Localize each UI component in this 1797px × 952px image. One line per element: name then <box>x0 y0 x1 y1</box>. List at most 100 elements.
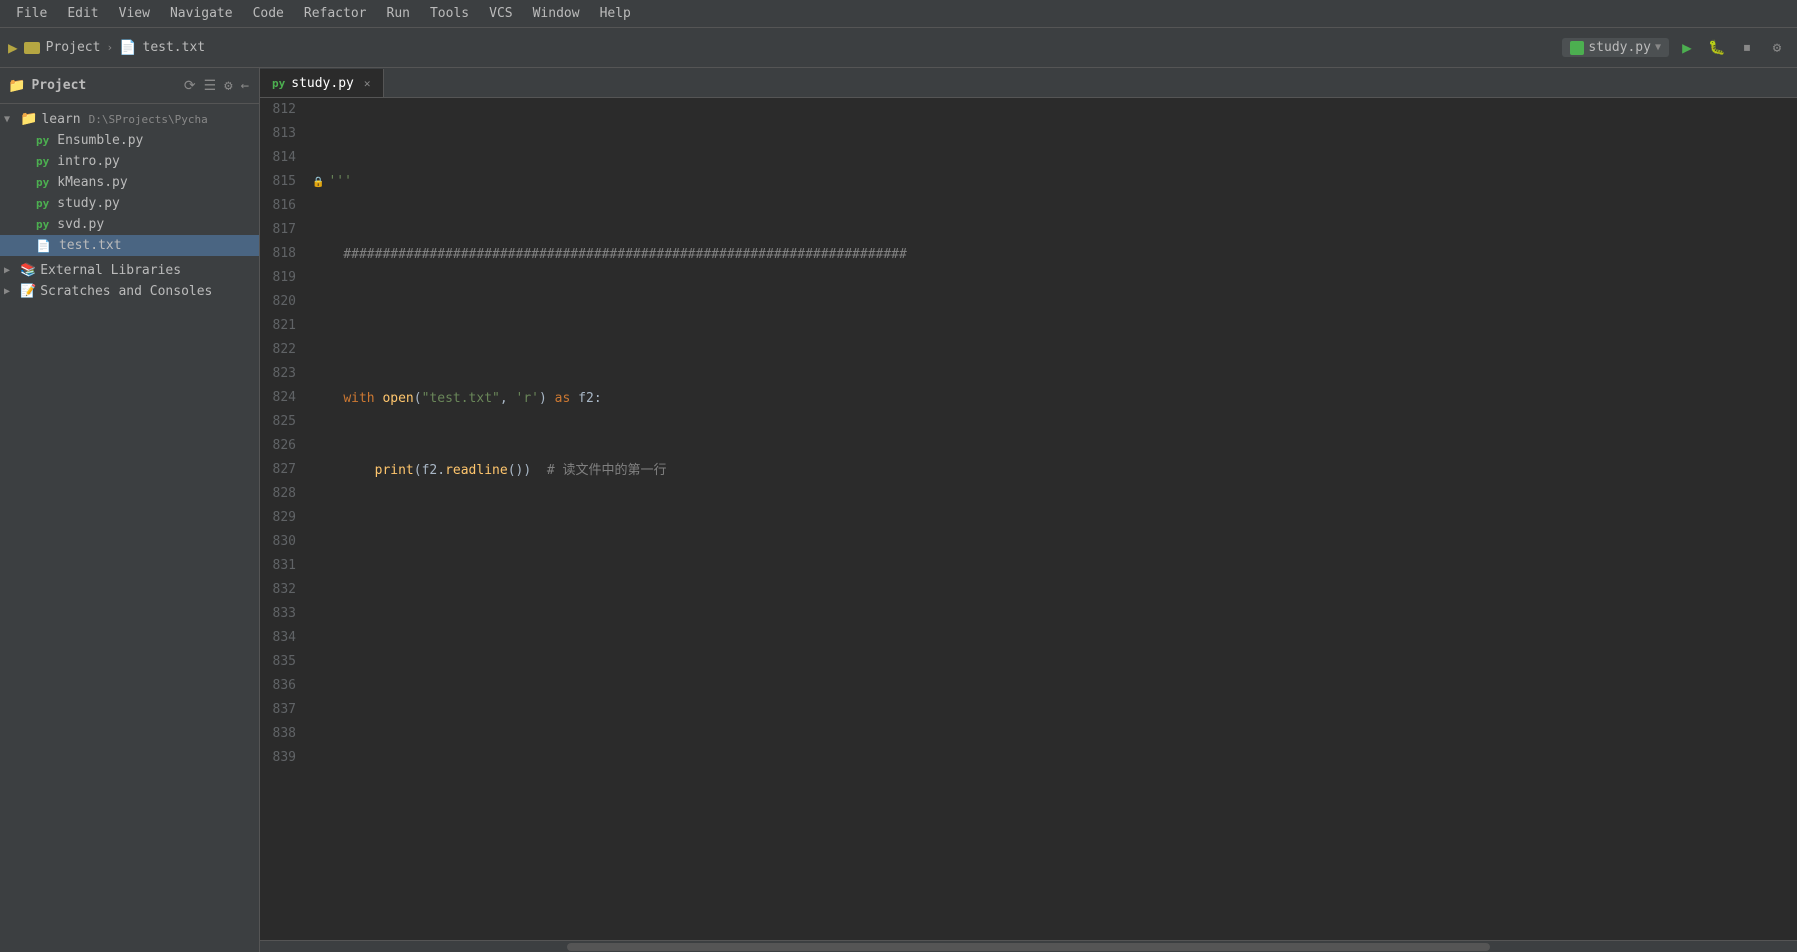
kw-as: as <box>555 391 571 406</box>
bottom-scrollbar[interactable] <box>260 940 1797 952</box>
ln-824: 824 <box>268 386 296 410</box>
code-813-content: ########################################… <box>312 247 907 262</box>
py-icon-intro: py <box>36 155 49 168</box>
menu-navigate[interactable]: Navigate <box>162 4 241 23</box>
menu-window[interactable]: Window <box>525 4 588 23</box>
tree-item-scratches[interactable]: ▶ 📝 Scratches and Consoles <box>0 281 259 302</box>
code-line-819 <box>312 675 1797 699</box>
ln-838: 838 <box>268 722 296 746</box>
code-line-814 <box>312 315 1797 339</box>
file-icon: 📄 <box>119 40 136 56</box>
collapse-icon[interactable]: ← <box>239 76 251 96</box>
str-r: 'r' <box>516 391 539 406</box>
code-content: 812 813 814 815 816 817 818 819 820 821 … <box>260 98 1797 940</box>
tree-arrow-scratches: ▶ <box>4 286 16 297</box>
var-f2-815: f2 <box>578 391 594 406</box>
ln-833: 833 <box>268 602 296 626</box>
tab-study-py[interactable]: py study.py ✕ <box>260 69 384 97</box>
run-config-dropdown-icon: ▼ <box>1655 42 1661 53</box>
menu-view[interactable]: View <box>111 4 158 23</box>
menu-help[interactable]: Help <box>592 4 639 23</box>
filter-icon[interactable]: ☰ <box>202 76 219 96</box>
txt-icon-test: 📄 <box>36 239 51 253</box>
menu-tools[interactable]: Tools <box>422 4 477 23</box>
main-content: 📁 Project ⟳ ☰ ⚙ ← ▼ 📁 learn D:\SProjects… <box>0 68 1797 952</box>
sidebar: 📁 Project ⟳ ☰ ⚙ ← ▼ 📁 learn D:\SProjects… <box>0 68 260 952</box>
code-line-818 <box>312 603 1797 627</box>
stop-button[interactable]: ⏹ <box>1735 36 1759 60</box>
menu-file[interactable]: File <box>8 4 55 23</box>
py-icon-study: py <box>36 197 49 210</box>
ln-832: 832 <box>268 578 296 602</box>
run-config-label: study.py <box>1588 40 1651 55</box>
ln-828: 828 <box>268 482 296 506</box>
ln-827: 827 <box>268 458 296 482</box>
tree-item-study[interactable]: py study.py <box>0 193 259 214</box>
code-line-822 <box>312 891 1797 915</box>
tree-item-kmeans[interactable]: py kMeans.py <box>0 172 259 193</box>
tree-item-test-txt[interactable]: 📄 test.txt <box>0 235 259 256</box>
sync-icon[interactable]: ⟳ <box>182 76 198 96</box>
ln-821: 821 <box>268 314 296 338</box>
debug-button[interactable]: 🐛 <box>1705 36 1729 60</box>
tree-item-ensumble[interactable]: py Ensumble.py <box>0 130 259 151</box>
ln-834: 834 <box>268 626 296 650</box>
punct-816c: ()) <box>508 463 531 478</box>
lib-icon: 📚 <box>20 263 36 278</box>
code-line-817 <box>312 531 1797 555</box>
ln-817: 817 <box>268 218 296 242</box>
tree-item-intro[interactable]: py intro.py <box>0 151 259 172</box>
ln-826: 826 <box>268 434 296 458</box>
tree-item-external-libraries[interactable]: ▶ 📚 External Libraries <box>0 260 259 281</box>
str-testtxt: "test.txt" <box>422 391 500 406</box>
code-line-813: ########################################… <box>312 243 1797 267</box>
sidebar-header-icons: ⟳ ☰ ⚙ ← <box>182 76 251 96</box>
menu-vcs[interactable]: VCS <box>481 4 520 23</box>
ln-815: 815 <box>268 170 296 194</box>
menu-run[interactable]: Run <box>379 4 418 23</box>
run-button[interactable]: ▶ <box>1675 36 1699 60</box>
punct-816a: ( <box>414 463 422 478</box>
project-label[interactable]: Project <box>46 40 101 55</box>
code-line-812: 🔒''' <box>312 170 1797 195</box>
code-editor[interactable]: 812 813 814 815 816 817 818 819 820 821 … <box>260 98 1797 952</box>
colon-815: : <box>594 391 602 406</box>
punct-815a: ( <box>414 391 422 406</box>
ln-813: 813 <box>268 122 296 146</box>
test-txt-label: test.txt <box>59 238 122 253</box>
settings-icon[interactable]: ⚙ <box>222 76 234 96</box>
ln-839: 839 <box>268 746 296 770</box>
run-config-icon <box>1570 41 1584 55</box>
fn-readline: readline <box>445 463 508 478</box>
comment-816: # 读文件中的第一行 <box>547 463 667 478</box>
menu-edit[interactable]: Edit <box>59 4 106 23</box>
menu-refactor[interactable]: Refactor <box>296 4 375 23</box>
tab-close-icon[interactable]: ✕ <box>364 77 371 90</box>
menu-code[interactable]: Code <box>245 4 292 23</box>
menu-bar: File Edit View Navigate Code Refactor Ru… <box>0 0 1797 28</box>
code-812-content: ''' <box>328 174 351 189</box>
code-line-820 <box>312 747 1797 771</box>
ln-837: 837 <box>268 698 296 722</box>
ln-819: 819 <box>268 266 296 290</box>
run-config[interactable]: study.py ▼ <box>1562 38 1669 57</box>
ln-822: 822 <box>268 338 296 362</box>
tree-arrow-ext: ▶ <box>4 265 16 276</box>
settings-button[interactable]: ⚙ <box>1765 36 1789 60</box>
ln-831: 831 <box>268 554 296 578</box>
ln-835: 835 <box>268 650 296 674</box>
sidebar-folder-icon: 📁 <box>8 78 25 94</box>
ln-818: 818 <box>268 242 296 266</box>
ln-812: 812 <box>268 98 296 122</box>
line-numbers: 812 813 814 815 816 817 818 819 820 821 … <box>260 98 308 940</box>
external-libraries-label: External Libraries <box>40 263 181 278</box>
tree-item-learn-folder[interactable]: ▼ 📁 learn D:\SProjects\Pycha <box>0 108 259 130</box>
punct-815c: ) <box>539 391 547 406</box>
tree-item-svd[interactable]: py svd.py <box>0 214 259 235</box>
scratches-label: Scratches and Consoles <box>40 284 212 299</box>
code-lines: 🔒''' ###################################… <box>308 98 1797 940</box>
ln-814: 814 <box>268 146 296 170</box>
punct-816b: . <box>437 463 445 478</box>
toolbar-left: ▶ Project › 📄 test.txt <box>8 38 205 57</box>
ensumble-label: Ensumble.py <box>57 133 143 148</box>
